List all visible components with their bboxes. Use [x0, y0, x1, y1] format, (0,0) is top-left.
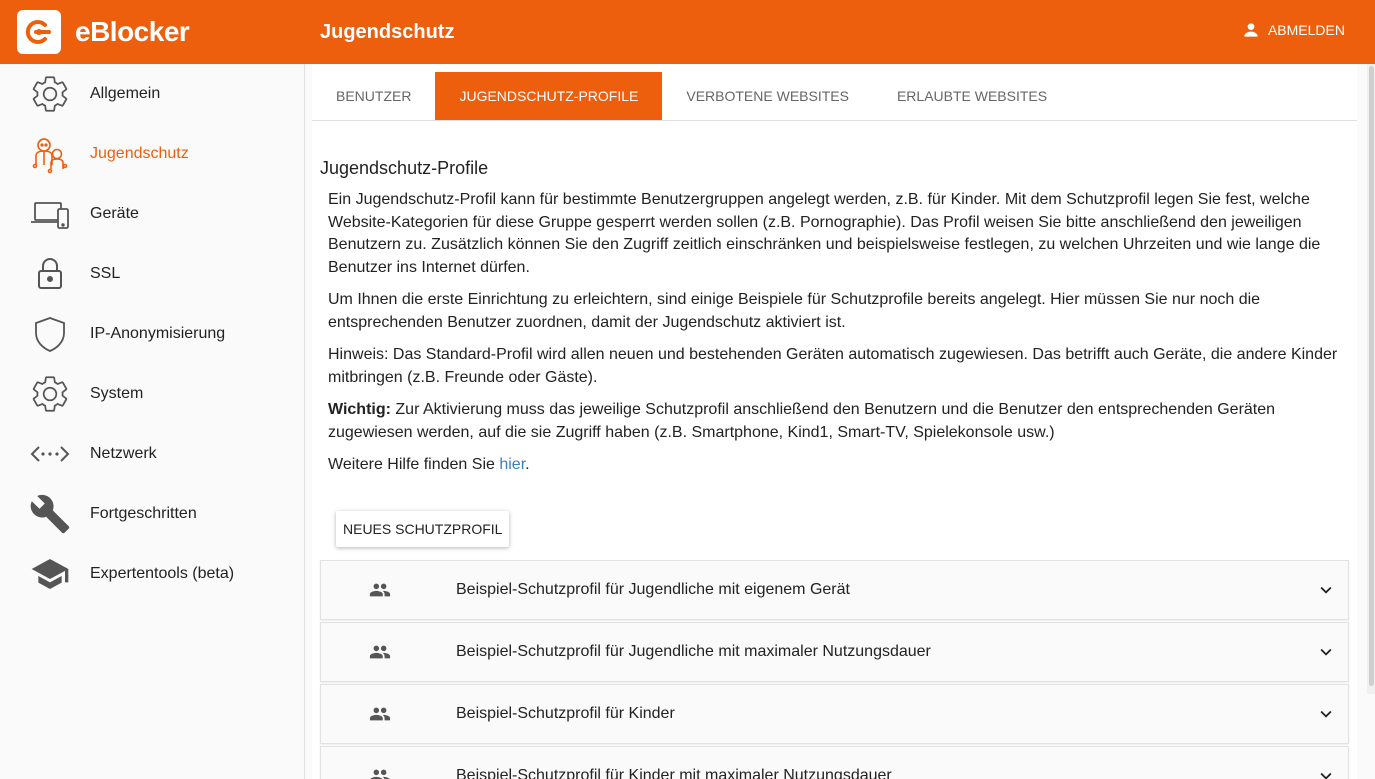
profile-item[interactable]: Beispiel-Schutzprofil für Kinder — [320, 683, 1349, 744]
paragraph-help: Weitere Hilfe finden Sie hier. — [328, 454, 1348, 477]
paragraph-important: Wichtig: Zur Aktivierung muss das jeweil… — [328, 399, 1348, 444]
sidebar-item-label: IP-Anonymisierung — [90, 325, 226, 342]
chevron-down-icon[interactable] — [1314, 640, 1338, 664]
help-link[interactable]: hier — [499, 456, 525, 473]
new-profile-button[interactable]: NEUES SCHUTZPROFIL — [336, 510, 510, 547]
sidebar-item-label: System — [90, 385, 144, 402]
profile-list: Beispiel-Schutzprofil für Jugendliche mi… — [320, 559, 1349, 779]
group-icon — [368, 764, 392, 779]
shield-icon — [28, 312, 72, 356]
help-prefix: Weitere Hilfe finden Sie — [328, 456, 500, 473]
paragraph-intro: Ein Jugendschutz-Profil kann für bestimm… — [328, 191, 1321, 276]
sidebar-item-label: Fortgeschritten — [90, 505, 197, 522]
description: Ein Jugendschutz-Profil kann für bestimm… — [328, 189, 1348, 477]
network-icon — [28, 432, 72, 476]
sidebar-item-ssl[interactable]: SSL — [0, 244, 304, 304]
logout-button[interactable]: ABMELDEN — [1241, 20, 1345, 40]
main-content: BENUTZER JUGENDSCHUTZ-PROFILE VERBOTENE … — [312, 64, 1357, 779]
brand-bar: eBlocker — [0, 0, 305, 64]
chevron-down-icon[interactable] — [1314, 764, 1338, 779]
graduation-cap-icon — [28, 552, 72, 596]
chevron-down-icon[interactable] — [1314, 702, 1338, 726]
sidebar: Allgemein Jugendschutz Geräte SSL IP-Ano… — [0, 64, 305, 779]
chevron-down-icon[interactable] — [1314, 578, 1338, 602]
brand-name: eBlocker — [75, 16, 190, 47]
tab-benutzer[interactable]: BENUTZER — [312, 72, 435, 120]
person-icon — [1244, 23, 1258, 37]
help-suffix: . — [525, 456, 530, 473]
wrench-icon — [28, 492, 72, 536]
sidebar-item-allgemein[interactable]: Allgemein — [0, 64, 304, 124]
devices-icon — [28, 192, 72, 236]
scrollbar-thumb[interactable] — [1369, 66, 1374, 686]
sidebar-item-ip-anonymisierung[interactable]: IP-Anonymisierung — [0, 304, 304, 364]
sidebar-item-netzwerk[interactable]: Netzwerk — [0, 424, 304, 484]
sidebar-item-label: Jugendschutz — [90, 145, 189, 162]
sidebar-item-label: Geräte — [90, 205, 139, 222]
eblocker-logo-icon[interactable] — [17, 10, 61, 54]
tab-bar: BENUTZER JUGENDSCHUTZ-PROFILE VERBOTENE … — [312, 64, 1357, 121]
tab-verbotene-websites[interactable]: VERBOTENE WEBSITES — [662, 72, 873, 120]
profile-name: Beispiel-Schutzprofil für Jugendliche mi… — [456, 642, 931, 660]
gear-icon — [28, 72, 72, 116]
group-icon — [368, 640, 392, 664]
sidebar-item-label: SSL — [90, 265, 121, 282]
profile-item[interactable]: Beispiel-Schutzprofil für Kinder mit max… — [320, 745, 1349, 779]
top-bar: Jugendschutz ABMELDEN — [305, 0, 1375, 64]
group-icon — [368, 578, 392, 602]
profile-item[interactable]: Beispiel-Schutzprofil für Jugendliche mi… — [320, 621, 1349, 682]
sidebar-item-jugendschutz[interactable]: Jugendschutz — [0, 124, 304, 184]
section-title: Jugendschutz-Profile — [320, 158, 489, 178]
profile-name: Beispiel-Schutzprofil für Jugendliche mi… — [456, 580, 850, 598]
sidebar-item-label: Allgemein — [90, 85, 161, 102]
sidebar-item-geraete[interactable]: Geräte — [0, 184, 304, 244]
group-icon — [368, 702, 392, 726]
tab-erlaubte-websites[interactable]: ERLAUBTE WEBSITES — [873, 72, 1071, 120]
gear-icon — [28, 372, 72, 416]
lock-icon — [28, 252, 72, 296]
sidebar-item-fortgeschritten[interactable]: Fortgeschritten — [0, 484, 304, 544]
sidebar-item-label: Expertentools (beta) — [90, 565, 235, 582]
sidebar-item-system[interactable]: System — [0, 364, 304, 424]
sidebar-item-expertentools[interactable]: Expertentools (beta) — [0, 544, 304, 604]
profile-name: Beispiel-Schutzprofil für Kinder mit max… — [456, 766, 892, 779]
paragraph-hint: Hinweis: Das Standard-Profil wird allen … — [328, 346, 1338, 386]
important-label: Wichtig: — [328, 401, 391, 418]
family-icon — [28, 132, 72, 176]
paragraph-examples: Um Ihnen die erste Einrichtung zu erleic… — [328, 291, 1261, 331]
tab-jugendschutz-profile[interactable]: JUGENDSCHUTZ-PROFILE — [435, 72, 663, 120]
page-title: Jugendschutz — [320, 20, 455, 43]
sidebar-item-label: Netzwerk — [90, 445, 157, 462]
profile-item[interactable]: Beispiel-Schutzprofil für Jugendliche mi… — [320, 559, 1349, 620]
logout-label: ABMELDEN — [1267, 22, 1345, 38]
profile-name: Beispiel-Schutzprofil für Kinder — [456, 704, 675, 722]
important-text: Zur Aktivierung muss das jeweilige Schut… — [328, 401, 1276, 441]
